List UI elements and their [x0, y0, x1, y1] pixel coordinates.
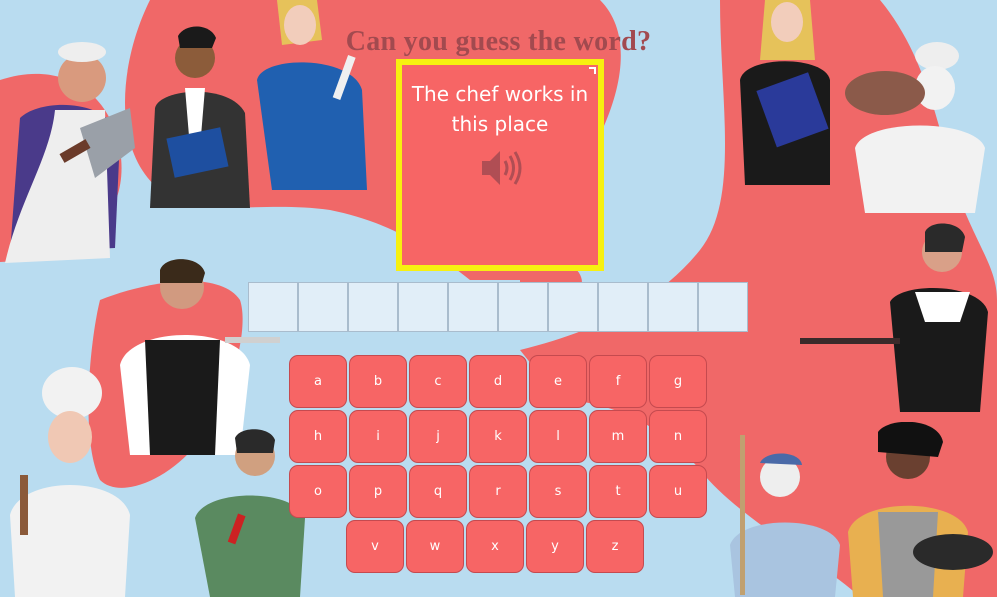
letter-key-m[interactable]: m: [589, 410, 647, 463]
letter-key-w[interactable]: w: [406, 520, 464, 573]
clue-text: The chef works in this place: [411, 82, 589, 136]
letter-key-z[interactable]: z: [586, 520, 644, 573]
letter-key-p[interactable]: p: [349, 465, 407, 518]
letter-key-s[interactable]: s: [529, 465, 587, 518]
letter-key-o[interactable]: o: [289, 465, 347, 518]
corner-mark: [589, 67, 596, 74]
letter-key-r[interactable]: r: [469, 465, 527, 518]
letter-key-n[interactable]: n: [649, 410, 707, 463]
answer-slot: [548, 282, 598, 332]
letter-key-i[interactable]: i: [349, 410, 407, 463]
answer-slot: [698, 282, 748, 332]
answer-slot: [398, 282, 448, 332]
answer-slot: [498, 282, 548, 332]
letter-key-c[interactable]: c: [409, 355, 467, 408]
answer-slot: [598, 282, 648, 332]
letter-key-f[interactable]: f: [589, 355, 647, 408]
letter-key-k[interactable]: k: [469, 410, 527, 463]
answer-slot: [298, 282, 348, 332]
letter-key-g[interactable]: g: [649, 355, 707, 408]
letter-key-l[interactable]: l: [529, 410, 587, 463]
answer-slot: [248, 282, 298, 332]
game-title: Can you guess the word?: [345, 26, 652, 57]
clue-card: The chef works in this place: [396, 59, 604, 271]
letter-key-v[interactable]: v: [346, 520, 404, 573]
letter-key-t[interactable]: t: [589, 465, 647, 518]
farmer-figure: [730, 435, 840, 597]
letter-key-d[interactable]: d: [469, 355, 527, 408]
cook-woman-figure: [848, 422, 993, 597]
letter-key-u[interactable]: u: [649, 465, 707, 518]
answer-slot: [448, 282, 498, 332]
letter-key-x[interactable]: x: [466, 520, 524, 573]
letter-key-q[interactable]: q: [409, 465, 467, 518]
letter-key-e[interactable]: e: [529, 355, 587, 408]
game-stage: Can you guess the word? The chef works i…: [0, 0, 997, 597]
answer-slot: [648, 282, 698, 332]
letter-key-b[interactable]: b: [349, 355, 407, 408]
speaker-icon[interactable]: [478, 147, 526, 193]
letter-key-h[interactable]: h: [289, 410, 347, 463]
answer-slots: [248, 282, 748, 332]
answer-slot: [348, 282, 398, 332]
letter-key-y[interactable]: y: [526, 520, 584, 573]
butcher-figure: [5, 42, 135, 263]
baker-figure: [845, 42, 985, 213]
letter-key-j[interactable]: j: [409, 410, 467, 463]
waitress-figure: [800, 223, 988, 412]
chef-figure: [10, 367, 130, 597]
letter-key-a[interactable]: a: [289, 355, 347, 408]
